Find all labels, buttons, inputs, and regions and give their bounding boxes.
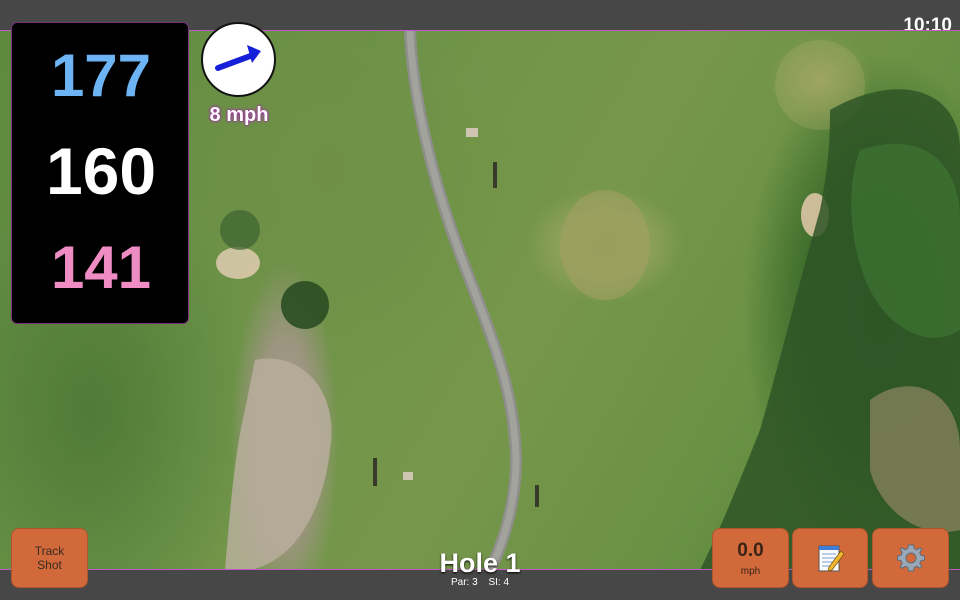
hole-title[interactable]: Hole 1 xyxy=(380,548,580,579)
cart-path-center xyxy=(406,30,520,570)
post xyxy=(535,485,539,507)
notes-button[interactable] xyxy=(792,528,868,588)
wind-dial xyxy=(201,22,276,97)
distance-panel: 177 160 141 xyxy=(11,22,189,324)
middle-distance: 160 xyxy=(45,134,157,208)
tree xyxy=(281,281,329,329)
front-distance: 141 xyxy=(50,234,152,301)
waste-area xyxy=(225,358,332,570)
bunker xyxy=(216,247,260,279)
back-distance: 177 xyxy=(50,42,152,109)
cart-path xyxy=(404,30,522,570)
speed-button[interactable]: 0.0 mph xyxy=(712,528,789,588)
gear-icon xyxy=(896,544,925,572)
speed-value: 0.0 xyxy=(737,539,764,561)
settings-button[interactable] xyxy=(872,528,949,588)
notepad-icon xyxy=(818,545,845,572)
track-shot-button[interactable]: Track Shot xyxy=(11,528,88,588)
post xyxy=(373,458,377,486)
tree xyxy=(220,210,260,250)
tee-marker xyxy=(403,472,413,480)
tee-marker xyxy=(466,128,478,137)
post xyxy=(493,162,497,188)
track-shot-label-line1: Track xyxy=(34,544,65,558)
putting-green xyxy=(560,190,650,300)
speed-unit: mph xyxy=(740,565,761,577)
wind-arrow-icon xyxy=(215,45,261,71)
stroke-index-label: SI: 4 xyxy=(488,577,510,588)
wind-speed: 8 mph xyxy=(209,104,269,126)
track-shot-label-line2: Shot xyxy=(37,558,62,572)
par-label: Par: 3 xyxy=(450,577,478,588)
hole-info: Par: 3 SI: 4 xyxy=(380,577,580,588)
